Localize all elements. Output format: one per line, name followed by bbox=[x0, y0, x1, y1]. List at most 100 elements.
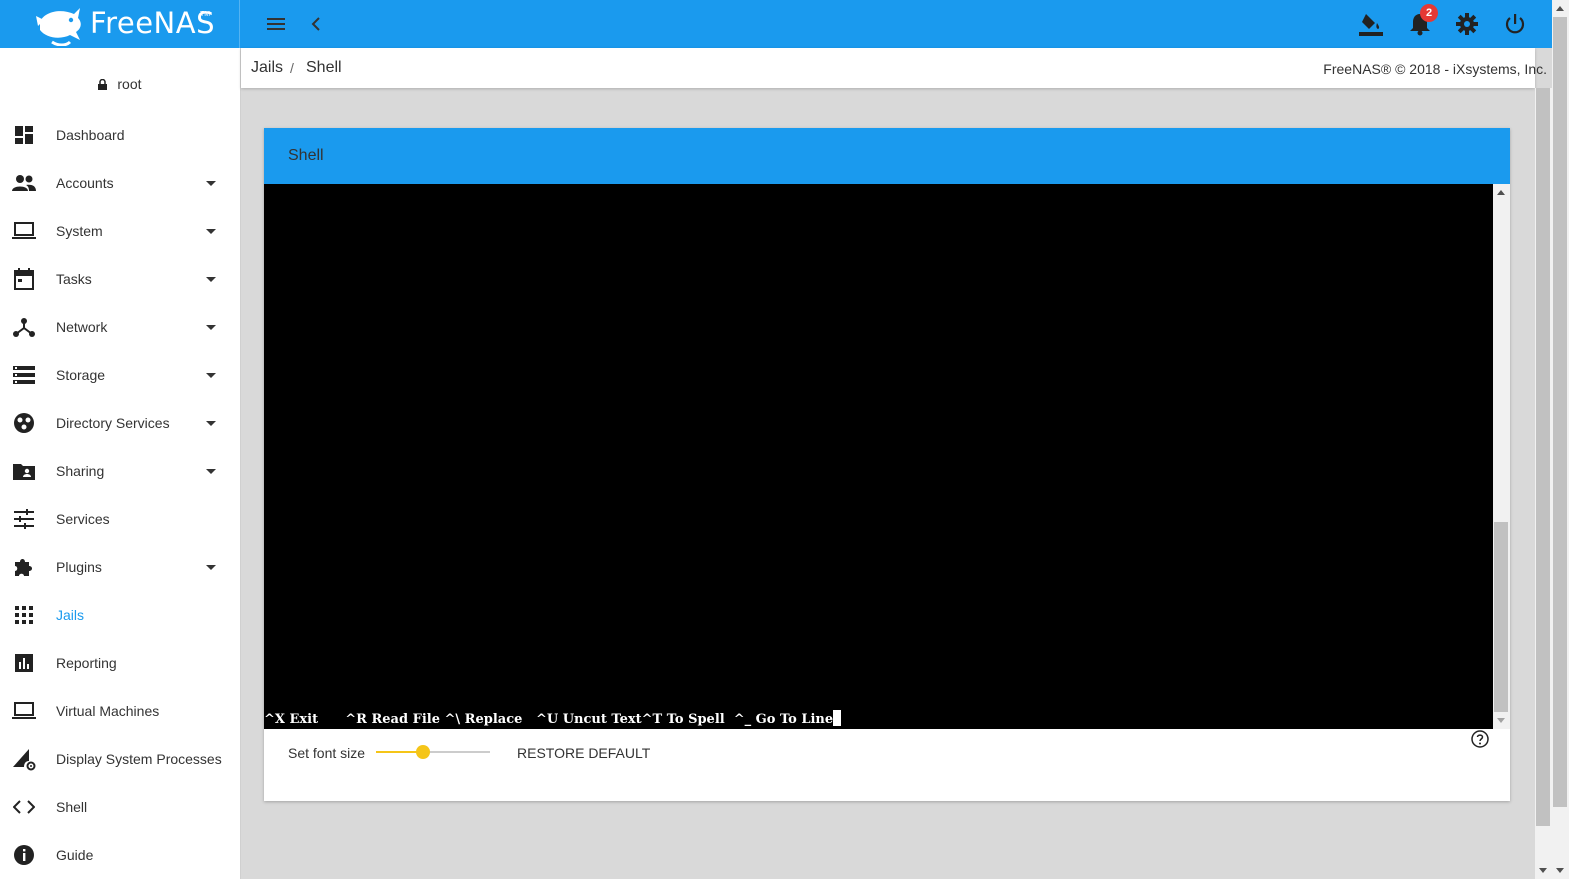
card-header: Shell bbox=[264, 128, 1510, 184]
storage-icon bbox=[12, 363, 36, 387]
notification-badge: 2 bbox=[1420, 4, 1438, 22]
menu-toggle-button[interactable] bbox=[262, 10, 290, 38]
breadcrumb-jails[interactable]: Jails bbox=[251, 59, 283, 77]
slider-track-inactive bbox=[423, 751, 490, 753]
caret-down-icon bbox=[206, 276, 216, 282]
sidebar-item-label: Plugins bbox=[56, 559, 102, 575]
sidebar-item-tasks[interactable]: Tasks bbox=[0, 255, 240, 303]
back-icon bbox=[311, 17, 320, 31]
caret-down-icon bbox=[206, 228, 216, 234]
settings-button[interactable] bbox=[1453, 10, 1481, 38]
power-icon bbox=[1505, 14, 1525, 34]
caret-down-icon bbox=[206, 420, 216, 426]
window-scrollbar[interactable] bbox=[1552, 0, 1569, 879]
slider-thumb[interactable] bbox=[416, 745, 430, 759]
info-icon bbox=[12, 843, 36, 867]
sidebar-item-label: Reporting bbox=[56, 655, 117, 671]
sidebar-item-label: Services bbox=[56, 511, 110, 527]
scrollbar-thumb[interactable] bbox=[1553, 17, 1567, 807]
power-button[interactable] bbox=[1501, 10, 1529, 38]
laptop-icon bbox=[12, 219, 36, 243]
content-scrollbar[interactable] bbox=[1535, 88, 1552, 879]
lock-icon bbox=[98, 79, 108, 90]
menu-icon bbox=[267, 18, 285, 30]
brand-logo[interactable]: FreeNAS TM bbox=[0, 0, 240, 48]
sidebar-item-sharing[interactable]: Sharing bbox=[0, 447, 240, 495]
network-icon bbox=[12, 315, 36, 339]
sidebar-item-plugins[interactable]: Plugins bbox=[0, 543, 240, 591]
restore-default-button[interactable]: RESTORE DEFAULT bbox=[517, 745, 650, 761]
font-size-label: Set font size bbox=[288, 745, 366, 761]
dashboard-icon bbox=[12, 123, 36, 147]
terminal-text: ^X Exit ^R Read File ^\ Replace ^U Uncut… bbox=[264, 712, 834, 727]
sidebar-item-shell[interactable]: Shell bbox=[0, 783, 240, 831]
sidebar-item-jails[interactable]: Jails bbox=[0, 591, 240, 639]
sidebar-item-services[interactable]: Services bbox=[0, 495, 240, 543]
puzzle-icon bbox=[12, 555, 36, 579]
sidebar-item-label: Display System Processes bbox=[56, 751, 222, 767]
sidebar-item-label: Guide bbox=[56, 847, 94, 863]
brand-name: FreeNAS bbox=[90, 6, 215, 40]
gear-icon bbox=[1456, 13, 1478, 35]
font-size-slider[interactable] bbox=[376, 744, 490, 760]
theme-icon bbox=[1359, 14, 1383, 36]
sidebar-item-label: Jails bbox=[56, 607, 85, 623]
sidebar-item-accounts[interactable]: Accounts bbox=[0, 159, 240, 207]
sidebar-item-system[interactable]: System bbox=[0, 207, 240, 255]
help-icon[interactable] bbox=[1471, 730, 1489, 748]
laptop-icon bbox=[12, 699, 36, 723]
top-toolbar: FreeNAS TM 2 bbox=[0, 0, 1552, 48]
calendar-icon bbox=[12, 267, 36, 291]
user-info: root bbox=[0, 76, 240, 92]
username: root bbox=[117, 76, 142, 92]
sidebar-item-guide[interactable]: Guide bbox=[0, 831, 240, 879]
terminal-cursor bbox=[833, 710, 842, 726]
shell-card: Shell ^X Exit ^R Read File ^\ Replace ^U… bbox=[264, 128, 1510, 801]
sidebar-item-display-system-processes[interactable]: Display System Processes bbox=[0, 735, 240, 783]
code-icon bbox=[12, 795, 36, 819]
sidebar: root Dashboard Accounts System Tasks Net… bbox=[0, 48, 241, 879]
scrollbar-thumb[interactable] bbox=[1536, 88, 1550, 826]
caret-down-icon bbox=[206, 180, 216, 186]
scroll-up-arrow-icon[interactable] bbox=[1497, 190, 1505, 195]
sidebar-item-network[interactable]: Network bbox=[0, 303, 240, 351]
card-title: Shell bbox=[288, 147, 324, 164]
directory-icon bbox=[12, 411, 36, 435]
shared-folder-icon bbox=[12, 459, 36, 483]
caret-down-icon bbox=[206, 564, 216, 570]
people-icon bbox=[12, 171, 36, 195]
terminal-scrollbar[interactable] bbox=[1493, 184, 1510, 729]
terminal-status-line: ^X Exit ^R Read File ^\ Replace ^U Uncut… bbox=[264, 710, 842, 727]
chart-icon bbox=[12, 651, 36, 675]
scrollbar-thumb[interactable] bbox=[1494, 522, 1508, 712]
caret-down-icon bbox=[206, 372, 216, 378]
scroll-down-arrow-icon[interactable] bbox=[1556, 868, 1564, 873]
sidebar-item-label: System bbox=[56, 223, 103, 239]
sidebar-item-label: Storage bbox=[56, 367, 106, 383]
breadcrumb-separator: / bbox=[290, 60, 294, 76]
freenas-fish-logo-icon bbox=[36, 8, 81, 46]
sidebar-item-label: Network bbox=[56, 319, 108, 335]
scroll-down-arrow-icon[interactable] bbox=[1497, 718, 1505, 723]
scroll-up-arrow-icon[interactable] bbox=[1556, 6, 1564, 11]
caret-down-icon bbox=[206, 324, 216, 330]
sidebar-item-label: Tasks bbox=[56, 271, 92, 287]
terminal[interactable]: ^X Exit ^R Read File ^\ Replace ^U Uncut… bbox=[264, 184, 1493, 729]
scroll-down-arrow-icon[interactable] bbox=[1539, 868, 1547, 873]
tune-icon bbox=[12, 507, 36, 531]
sidebar-item-reporting[interactable]: Reporting bbox=[0, 639, 240, 687]
sidebar-item-label: Shell bbox=[56, 799, 88, 815]
sidebar-item-virtual-machines[interactable]: Virtual Machines bbox=[0, 687, 240, 735]
collapse-sidebar-button[interactable] bbox=[302, 10, 330, 38]
breadcrumb: Jails / Shell FreeNAS® © 2018 - iXsystem… bbox=[241, 48, 1547, 88]
copyright-text: FreeNAS® © 2018 - iXsystems, Inc. bbox=[1323, 61, 1547, 77]
breadcrumb-shell: Shell bbox=[306, 59, 342, 76]
sidebar-item-label: Directory Services bbox=[56, 415, 170, 431]
sidebar-item-label: Dashboard bbox=[56, 127, 125, 143]
sidebar-item-storage[interactable]: Storage bbox=[0, 351, 240, 399]
sidebar-item-dashboard[interactable]: Dashboard bbox=[0, 111, 240, 159]
sidebar-item-directory-services[interactable]: Directory Services bbox=[0, 399, 240, 447]
notifications-button[interactable]: 2 bbox=[1406, 4, 1438, 38]
theme-button[interactable] bbox=[1357, 10, 1385, 38]
sidebar-item-label: Sharing bbox=[56, 463, 105, 479]
